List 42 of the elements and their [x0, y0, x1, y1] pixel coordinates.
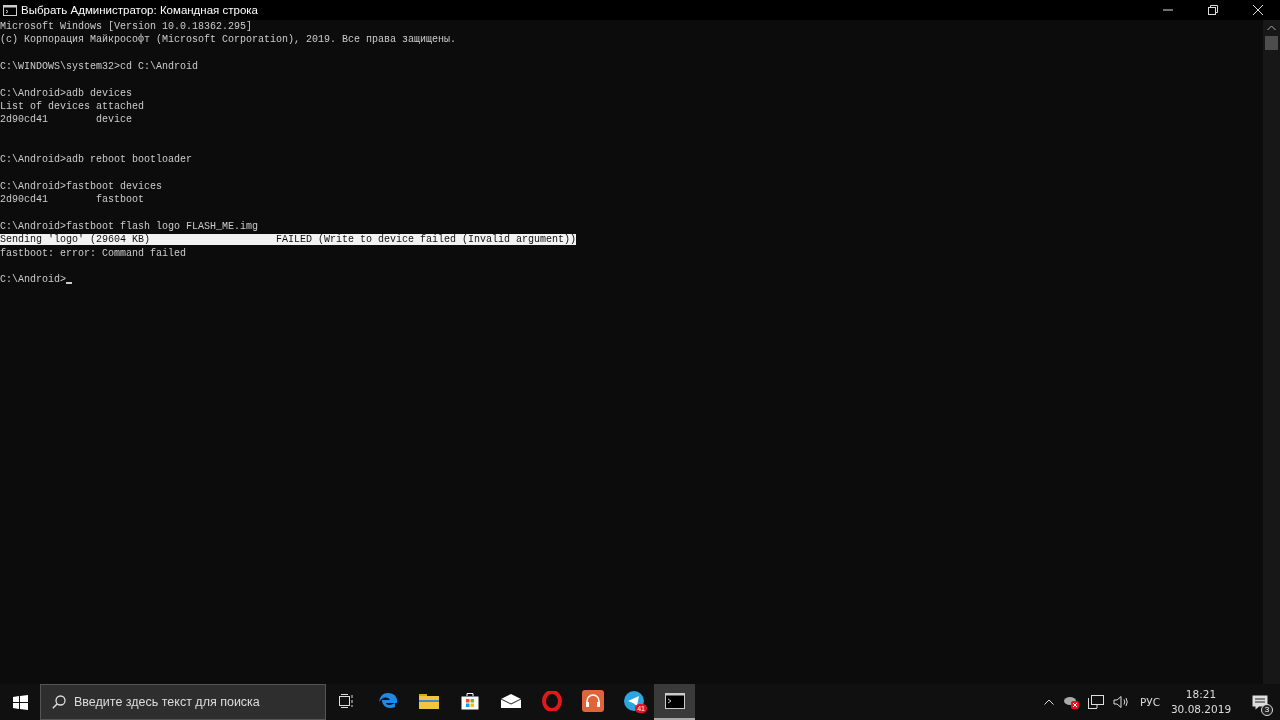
- console-line: fastboot: error: Command failed: [0, 247, 187, 259]
- console-icon: [664, 693, 685, 709]
- windows-logo-icon: [12, 694, 28, 710]
- console-line: C:\WINDOWS\system32>cd C:\Android: [0, 61, 199, 72]
- console-line: C:\Android>fastboot flash logo FLASH_ME.img: [0, 220, 259, 232]
- paper-plane-icon: [623, 691, 644, 711]
- text-cursor: [66, 282, 72, 285]
- browser-o-icon: [541, 691, 562, 711]
- console-line: C:\Android>adb devices: [0, 87, 133, 99]
- console-line: C:\Android>adb reboot bootloader: [0, 154, 193, 166]
- folder-icon: [418, 693, 439, 709]
- console-icon: [3, 4, 17, 16]
- input-language[interactable]: РУС: [1139, 696, 1160, 708]
- clock[interactable]: 18:21 30.08.2019: [1171, 687, 1231, 717]
- taskbar-app-button[interactable]: [654, 684, 695, 720]
- clock-date: 30.08.2019: [1170, 702, 1232, 717]
- browser-e-icon: [377, 691, 398, 711]
- console-line: 2d90cd41 fastboot: [0, 194, 145, 206]
- envelope-icon: [500, 694, 521, 708]
- task-view-icon: [338, 694, 355, 708]
- chevron-up-icon[interactable]: [1043, 699, 1054, 705]
- notifications-button[interactable]: 3: [1240, 684, 1280, 720]
- cloud-error-icon[interactable]: [1062, 695, 1079, 709]
- scrollbar-thumb[interactable]: [1265, 36, 1278, 50]
- speech-bubble-icon: [1252, 694, 1268, 710]
- restore-icon: [1207, 5, 1218, 15]
- console-line: C:\Android>fastboot devices: [0, 180, 163, 192]
- console-line: List of devices attached: [0, 100, 145, 112]
- console-line: (c) Корпорация Майкрософт (Microsoft Corporation), 2019. Все права защищены.: [0, 34, 457, 46]
- console-line: 2d90cd41 device: [0, 114, 133, 126]
- console-line: Microsoft Windows [Version 10.0.18362.295]: [0, 21, 253, 32]
- network-icon[interactable]: [1087, 695, 1104, 709]
- search-field[interactable]: Введите здесь текст для поиска: [40, 684, 326, 720]
- speaker-icon[interactable]: [1112, 695, 1129, 709]
- notification-count: 3: [1261, 704, 1273, 716]
- window-title: Выбрать Администратор: Командная строка: [21, 4, 259, 16]
- shopping-bag-icon: [460, 692, 479, 710]
- clock-time: 18:21: [1185, 687, 1217, 702]
- close-icon: [1252, 5, 1263, 15]
- headphones-icon: [581, 690, 604, 712]
- console-prompt: C:\Android>: [0, 274, 66, 286]
- scrollbar[interactable]: [1263, 20, 1280, 684]
